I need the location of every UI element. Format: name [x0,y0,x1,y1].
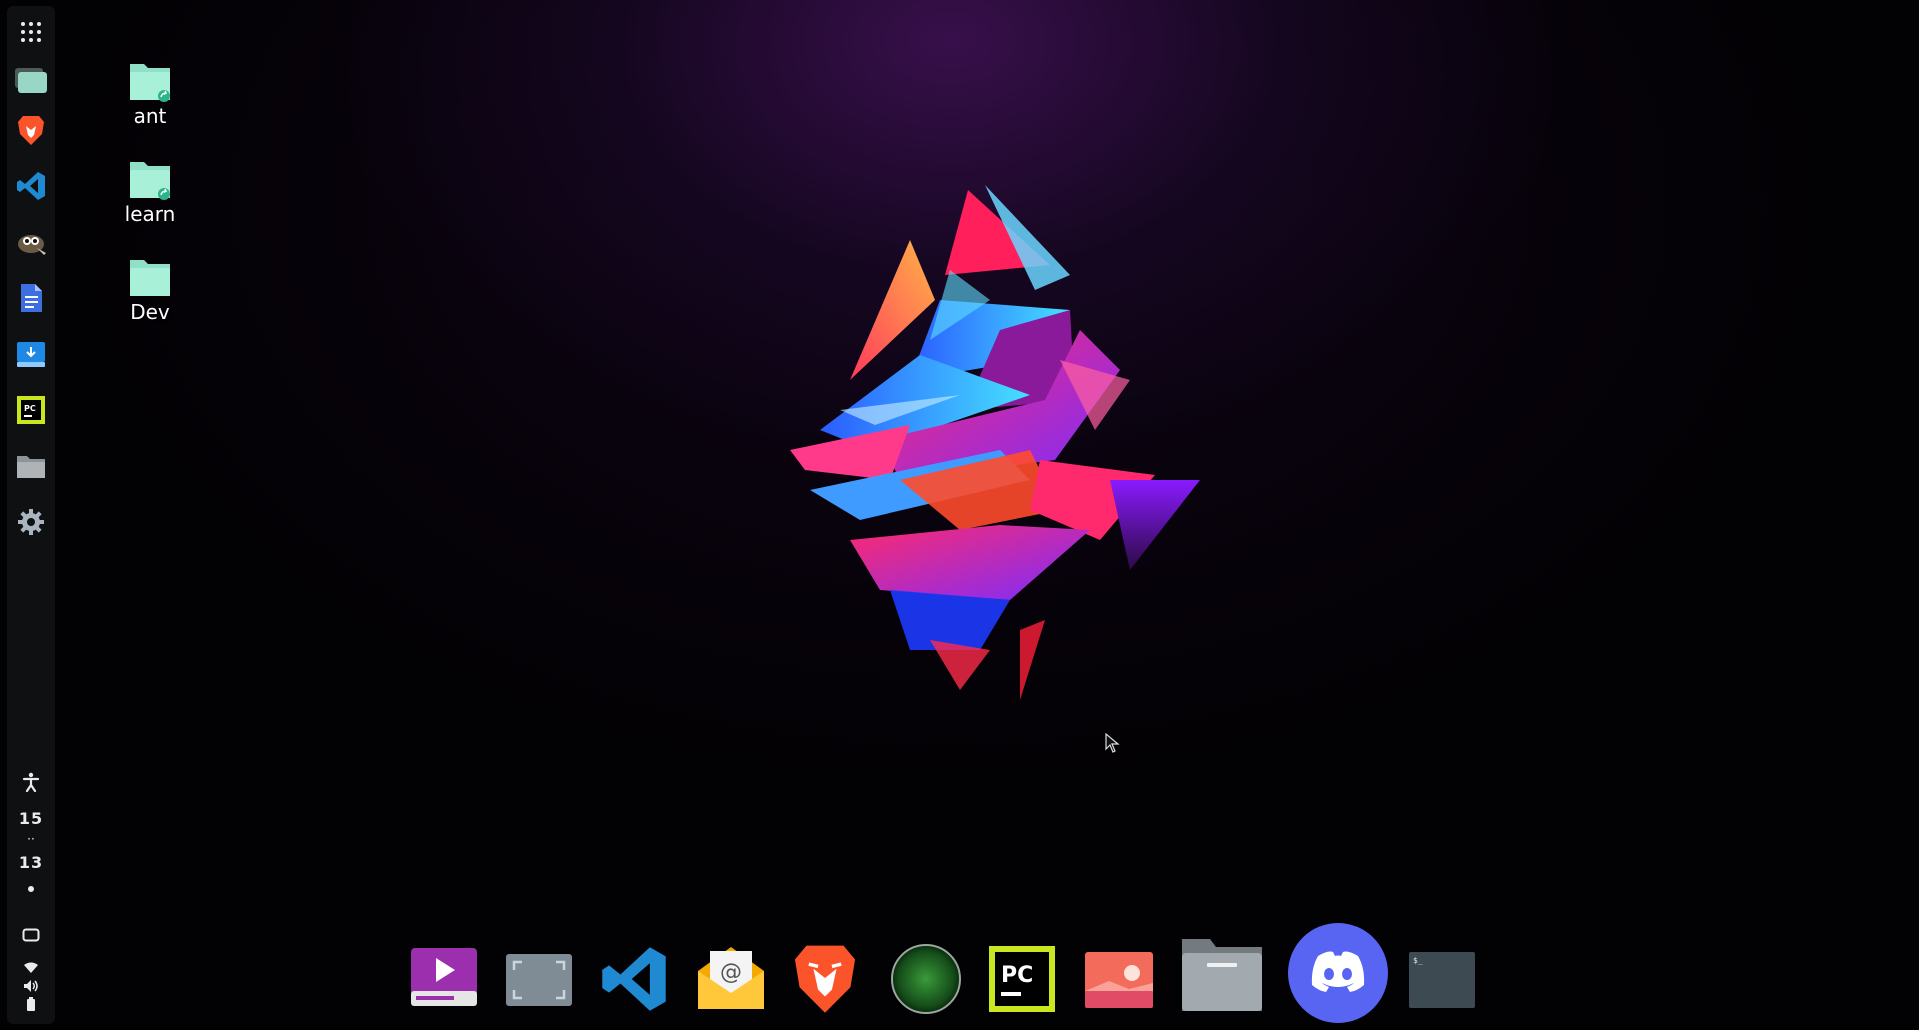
wifi-indicator[interactable] [13,958,49,978]
clock-hour[interactable]: 15 [7,809,55,828]
overview-icon [22,928,40,942]
svg-text:@: @ [720,960,742,985]
dock-image-viewer[interactable] [1084,951,1154,1009]
accessibility-icon [22,772,40,792]
terminal-icon: $_ [1409,952,1475,1008]
screenshot-icon [506,954,572,1006]
dock-vscode[interactable] [600,945,668,1013]
mail-icon: @ [698,947,764,1009]
image-icon [1085,952,1153,1008]
document-icon [21,284,42,312]
side-panel: PC 15 ·· 13 [7,6,55,1024]
overview-button[interactable] [13,917,49,953]
desktop-icon-learn[interactable]: learn [100,160,200,226]
files-button[interactable] [13,448,49,484]
desktop-icon-label: Dev [130,300,170,324]
folder-icon [1182,939,1262,1011]
notification-dot [28,886,34,892]
settings-button[interactable] [13,504,49,540]
wifi-icon [24,962,38,973]
volume-indicator[interactable] [13,976,49,996]
vscode-button[interactable] [13,168,49,204]
folder-icon [130,64,170,102]
folder-icon [17,456,45,478]
svg-text:$_: $_ [1413,956,1423,965]
dock-brave[interactable] [792,941,858,1015]
desktop-icon-label: ant [133,104,167,128]
dock-mail[interactable]: @ [696,943,766,1011]
brave-button[interactable] [13,112,49,148]
vscode-icon [602,947,666,1011]
desktop-icon-ant[interactable]: ant [100,62,200,128]
folder-icon [130,162,170,200]
volume-icon [24,980,38,992]
text-editor-button[interactable] [13,280,49,316]
gear-icon [18,509,44,535]
dock-pycharm[interactable]: PC [988,945,1056,1013]
desktop-icon-dev[interactable]: Dev [100,258,200,324]
pycharm-button[interactable]: PC [13,392,49,428]
wallpaper-crystal [790,185,1200,700]
clock-minute[interactable]: 13 [7,853,55,872]
dock-discord[interactable] [1288,923,1388,1023]
vscode-icon [17,172,45,200]
software-center-button[interactable] [13,336,49,372]
accessibility-button[interactable] [13,764,49,800]
svg-text:PC: PC [24,404,36,413]
clock-separator: ·· [27,832,35,846]
gimp-button[interactable] [13,224,49,260]
brave-lion-icon [794,945,856,1013]
desktop-icon-label: learn [124,202,176,226]
gimp-icon [18,235,46,255]
dock-video-player[interactable] [410,947,478,1007]
pycharm-icon: PC [989,946,1055,1012]
dock-screenshot[interactable] [505,953,573,1007]
pycharm-icon: PC [17,396,45,424]
store-icon [17,342,45,367]
workspaces-button[interactable] [13,63,49,99]
discord-icon [1288,923,1388,1023]
folder-icon [130,260,170,296]
dock-terminal[interactable]: $_ [1408,951,1476,1009]
mouse-cursor-icon [1105,733,1120,753]
globe-icon [891,944,961,1014]
grid-icon [21,22,41,42]
dock-files[interactable] [1180,935,1264,1013]
dock: @ PC $_ [400,905,1500,1025]
app-grid-button[interactable] [13,14,49,50]
battery-indicator[interactable] [13,994,49,1014]
desktop: PC 15 ·· 13 ant learn Dev @ PC $_ [0,0,1919,1030]
video-player-icon [411,948,477,1006]
windows-icon [15,68,47,93]
brave-lion-icon [18,116,44,145]
svg-text:PC: PC [1001,963,1033,988]
battery-icon [27,997,35,1011]
dock-radar[interactable] [890,943,962,1015]
